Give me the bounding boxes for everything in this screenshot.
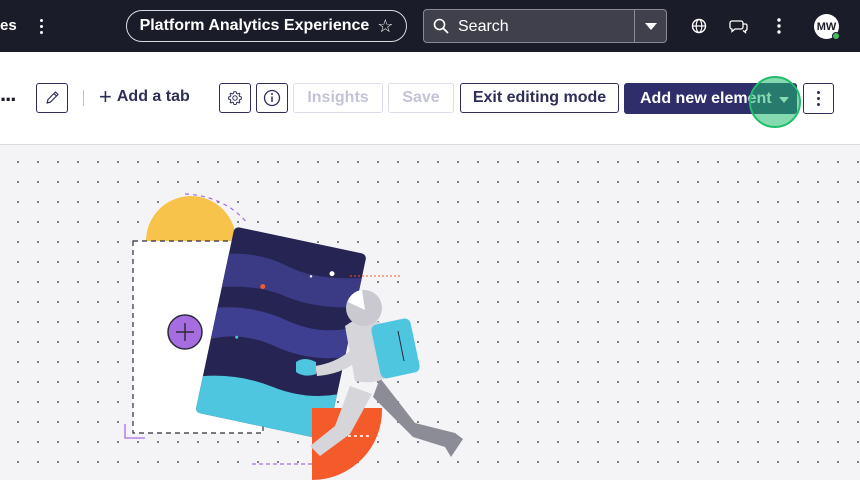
insights-button[interactable]: Insights [293,83,383,113]
info-icon [263,89,281,107]
info-button[interactable] [256,83,288,113]
gear-icon [228,91,242,106]
edit-title-button[interactable] [36,83,68,113]
online-status-dot [832,32,840,40]
plus-icon: + [99,84,112,109]
more-vertical-icon[interactable] [34,14,48,38]
avatar-initials: MW [816,20,837,33]
add-tab-label: Add a tab [116,88,190,105]
settings-button[interactable] [219,83,251,113]
more-options-button[interactable] [803,83,834,114]
chevron-down-icon[interactable] [645,23,657,30]
top-navigation-bar: es Platform Analytics Experience ☆ Searc… [0,0,860,52]
more-vertical-icon [817,91,820,94]
pencil-icon [46,91,59,104]
add-tab-button[interactable]: + Add a tab [99,84,190,109]
app-title: Platform Analytics Experience [139,17,370,34]
search-divider [634,10,635,42]
truncated-page-title: ... [0,81,16,106]
app-title-pill[interactable]: Platform Analytics Experience ☆ [126,10,407,42]
search-box[interactable]: Search [423,9,667,43]
avatar[interactable]: MW [814,14,840,40]
toolbar-divider [83,90,84,106]
exit-editing-mode-button[interactable]: Exit editing mode [460,83,619,113]
search-input[interactable]: Search [458,18,509,36]
globe-icon[interactable] [687,14,711,38]
star-icon[interactable]: ☆ [377,17,393,35]
more-vertical-icon[interactable] [767,14,791,38]
nav-truncated-label[interactable]: es [0,17,17,34]
save-button[interactable]: Save [388,83,454,113]
search-icon [433,18,449,34]
editing-toolbar: ... + Add a tab Insights Save Exit editi… [0,52,860,145]
empty-canvas-illustration [124,193,463,480]
click-indicator [749,76,801,128]
chat-icon[interactable] [727,14,751,38]
yellow-semicircle [146,196,236,241]
